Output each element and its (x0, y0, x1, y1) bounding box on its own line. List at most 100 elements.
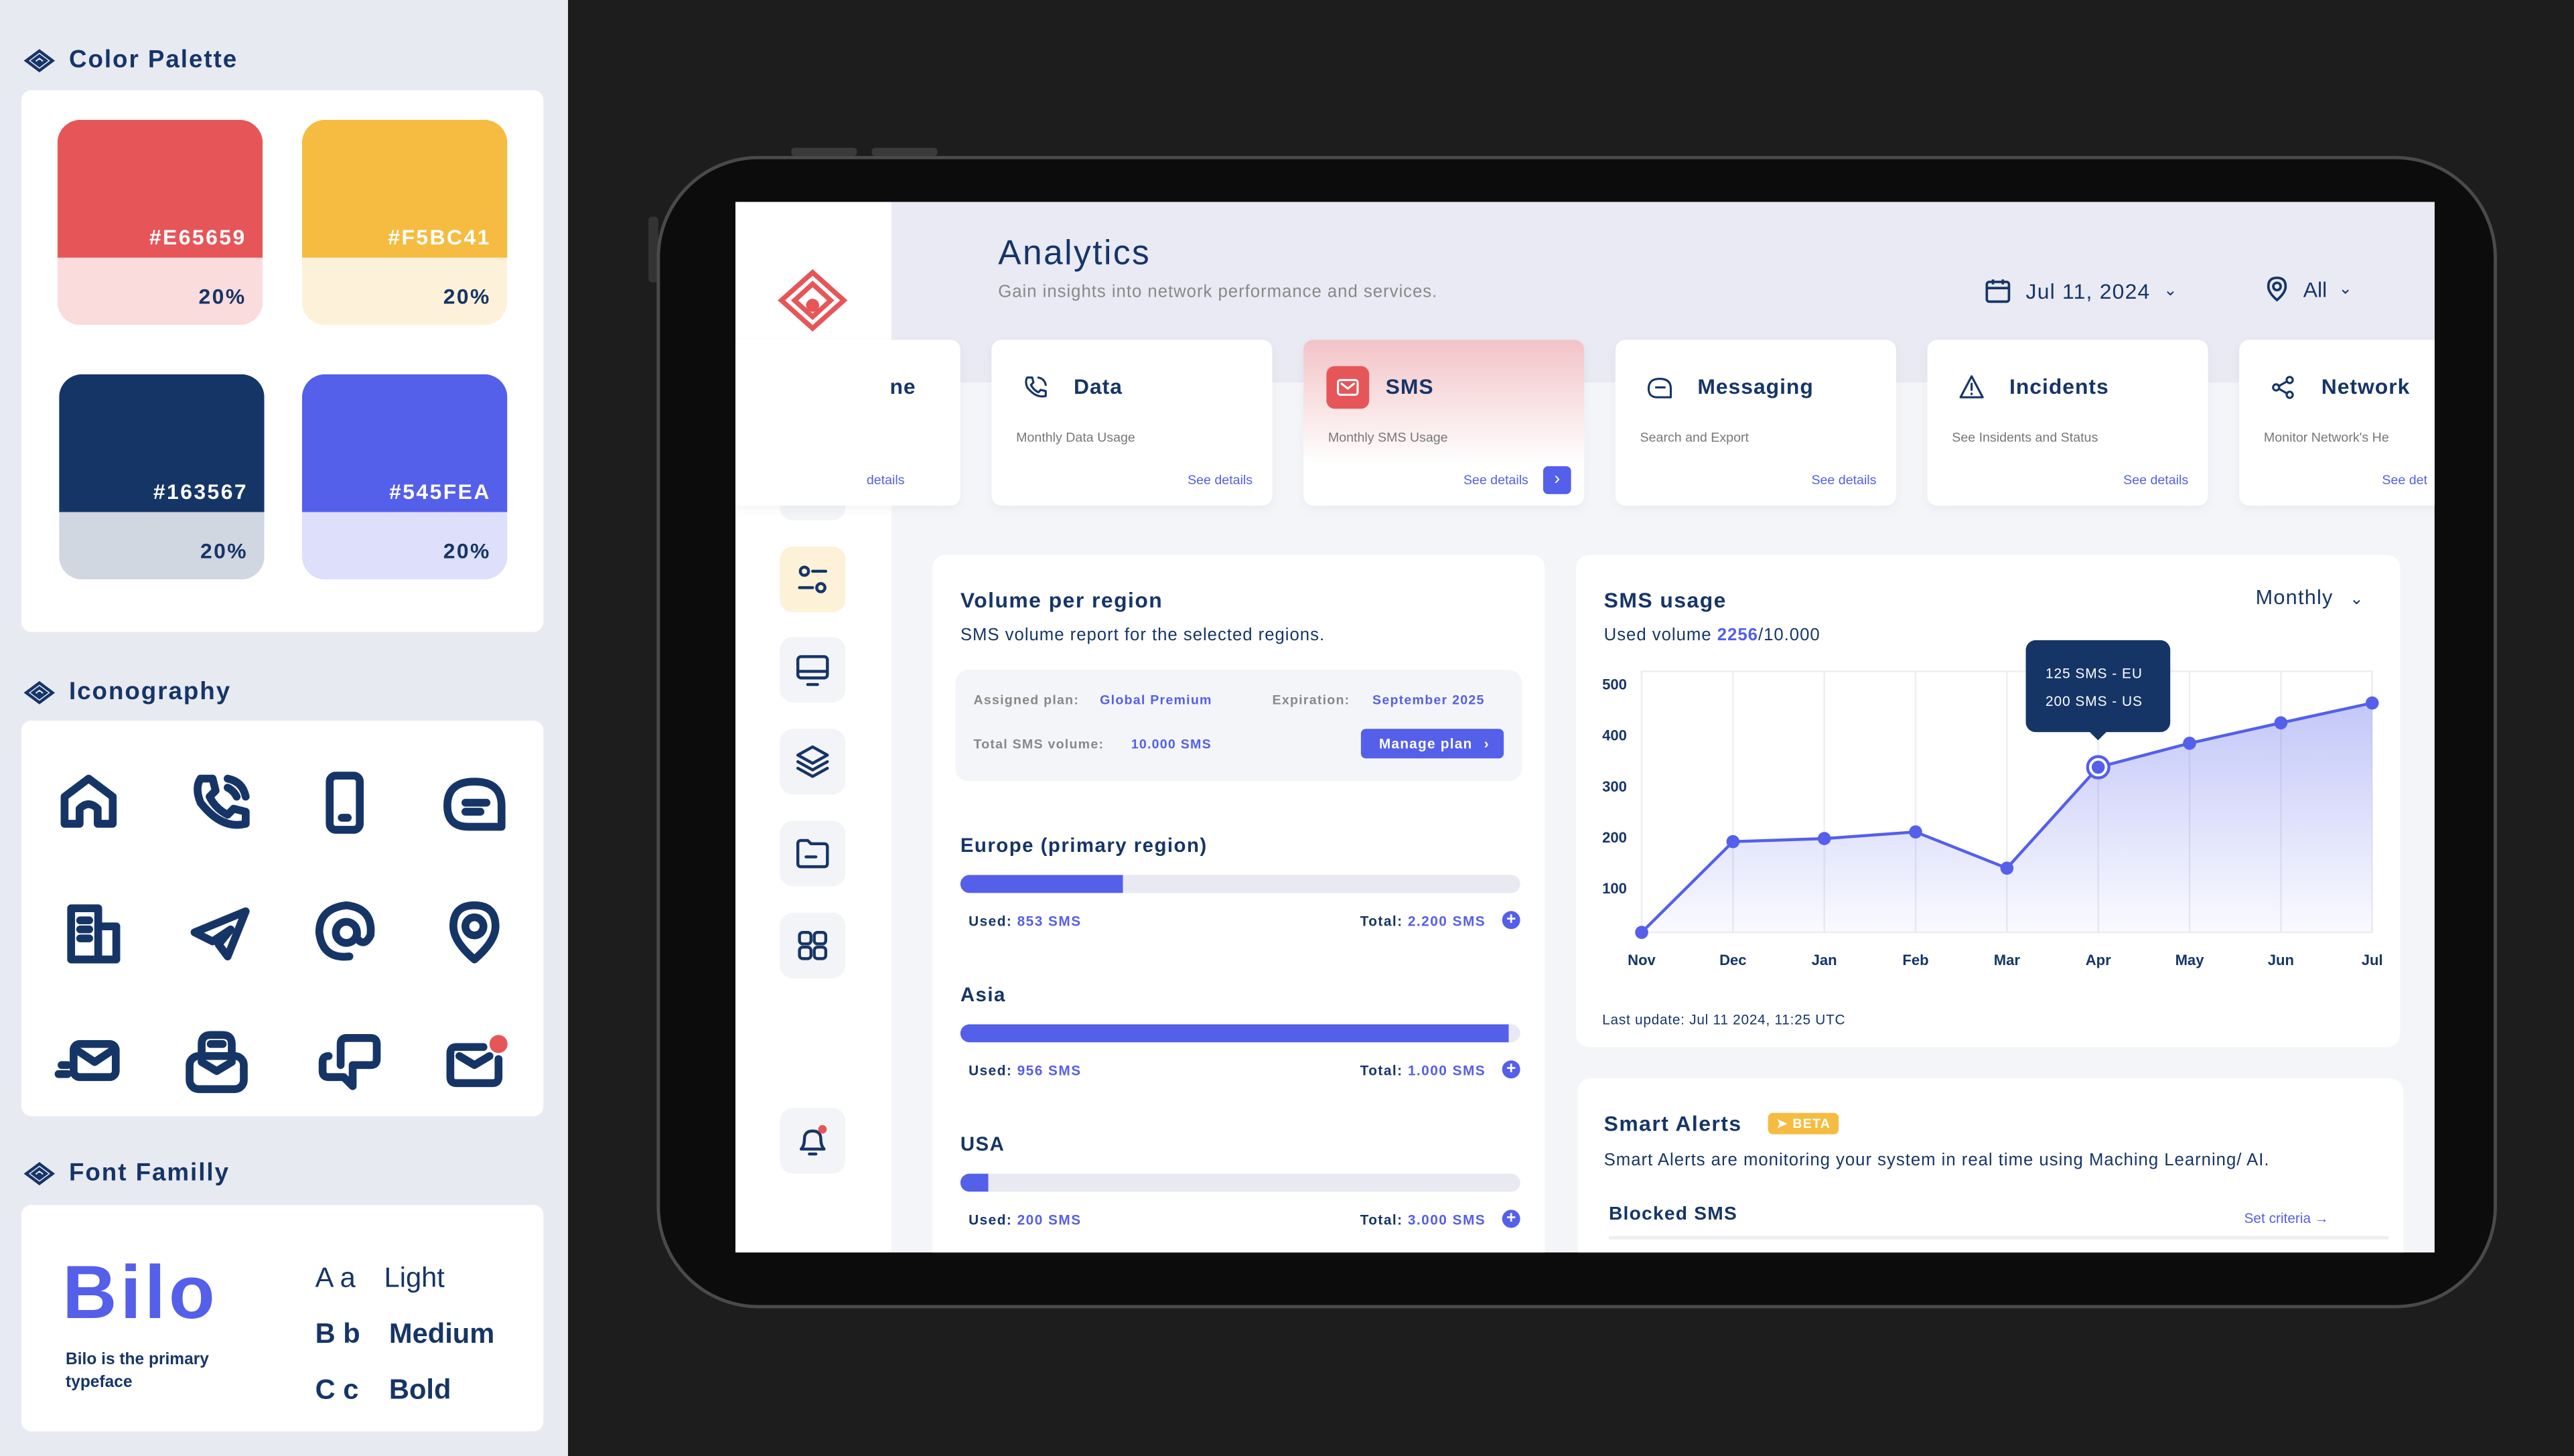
region-progress (960, 1024, 1520, 1043)
fast-mail-icon (52, 1026, 125, 1098)
location-pin-icon (438, 896, 510, 968)
service-card-phone[interactable]: ne details (735, 340, 960, 506)
sms-usage-card: SMS usage Monthly ⌄ Used volume 2256/10.0… (1575, 555, 2401, 1047)
nav-settings[interactable] (780, 547, 846, 613)
iconography-card (21, 720, 544, 1116)
palette-card: #E65659 20% #F5BC41 20% #163567 20% #545FEA… (21, 90, 544, 632)
send-icon: ➤ (1776, 1116, 1788, 1131)
mail-notification-icon (438, 1026, 510, 1098)
nav-notifications[interactable] (780, 1108, 846, 1174)
calendar-icon (1985, 279, 2011, 303)
see-details-link: See details (1811, 472, 1877, 488)
swatch-navy: #163567 20% (59, 374, 265, 580)
y-tick-label: 400 (1602, 727, 1627, 744)
service-card-network[interactable]: Network Monitor Network's He See det (2239, 340, 2435, 506)
font-weights: A a Light B b Medium C c Bold (315, 1262, 495, 1406)
data-point (1909, 825, 1922, 839)
phone-call-icon (186, 767, 258, 839)
data-point (2274, 716, 2288, 730)
date-picker[interactable]: Jul 11, 2024 ⌄ (1983, 276, 2178, 305)
see-details-link: See details (2123, 472, 2189, 488)
manage-plan-button[interactable]: Manage plan › (1360, 729, 1504, 759)
data-point (2365, 696, 2379, 710)
mobile-icon (309, 767, 381, 839)
logo-icon (23, 680, 56, 704)
mail-icon (1326, 366, 1370, 409)
x-tick-label: Nov (1628, 952, 1656, 968)
volume-card: Volume per region SMS volume report for … (932, 555, 1545, 1253)
alerts-title: Smart Alerts (1603, 1111, 1742, 1137)
service-card-sms[interactable]: SMS Monthly SMS Usage See details › (1303, 340, 1585, 506)
nav-monitor[interactable] (780, 636, 846, 703)
add-volume-button[interactable]: + (1502, 1060, 1520, 1079)
nav-layers[interactable] (780, 729, 846, 795)
add-volume-button[interactable]: + (1502, 911, 1520, 930)
phone-icon (1015, 366, 1058, 409)
folder-icon (796, 839, 829, 869)
page-subtitle: Gain insights into network performance a… (998, 282, 1438, 302)
region-used: Used: 853 SMS (969, 912, 1082, 930)
x-tick-label: Apr (2086, 952, 2111, 968)
region-total: Total: 3.000 SMS (1360, 1211, 1486, 1228)
alerts-desc: Smart Alerts are monitoring your system … (1603, 1151, 2270, 1171)
app-screen: Analytics Gain insights into network per… (735, 202, 2435, 1253)
page-title: Analytics (998, 234, 1151, 273)
iconography-title: Iconography (68, 678, 232, 706)
region-progress (960, 875, 1520, 893)
chevron-right-icon: › (1484, 735, 1490, 752)
see-details-link: See det (2382, 472, 2427, 488)
x-tick-label: May (2175, 952, 2205, 968)
nav-apps[interactable] (780, 912, 846, 978)
chart-tooltip: 125 SMS - EU 200 SMS - US (2025, 640, 2171, 733)
region-name: Asia (960, 983, 1006, 1007)
service-card-incidents[interactable]: Incidents See Insidents and Status See det… (1927, 340, 2208, 506)
region-used: Used: 200 SMS (969, 1211, 1082, 1228)
warning-icon (1950, 366, 1993, 409)
logo-icon (23, 48, 56, 72)
design-system-panel: Color Palette #E65659 20% #F5BC41 20% #163… (0, 0, 569, 1456)
service-card-messaging[interactable]: Messaging Search and Export See details (1615, 340, 1896, 506)
grid-icon (798, 930, 828, 960)
service-card-data[interactable]: Data Monthly Data Usage See details (991, 340, 1273, 506)
x-tick-label: Jul (2362, 952, 2383, 968)
region-name: Europe (primary region) (960, 834, 1208, 857)
sliders-icon (798, 565, 828, 593)
data-point (1726, 834, 1740, 849)
x-tick-label: Jun (2268, 952, 2294, 968)
data-point (2183, 736, 2196, 750)
add-volume-button[interactable]: + (1502, 1210, 1520, 1228)
swatch-yellow: #F5BC41 20% (301, 119, 508, 325)
location-pin-icon (2267, 276, 2287, 302)
font-caption: Bilo is the primary typeface (66, 1351, 209, 1392)
smart-alerts-card: Smart Alerts ➤ BETA Smart Alerts are mon… (1577, 1078, 2404, 1253)
layers-icon (796, 745, 829, 778)
bell-icon (799, 1124, 827, 1156)
chevron-down-icon: ⌄ (2163, 281, 2178, 300)
logo-icon (23, 1161, 56, 1185)
x-tick-label: Mar (1994, 952, 2021, 968)
monitor-icon (796, 655, 829, 686)
chevron-right-icon[interactable]: › (1543, 466, 1571, 494)
swatch-red: #E65659 20% (57, 119, 263, 325)
beta-badge: ➤ BETA (1768, 1112, 1839, 1135)
region-filter[interactable]: All ⌄ (2262, 273, 2352, 305)
region-used: Used: 956 SMS (969, 1062, 1082, 1079)
arrow-right-icon: → (2314, 1210, 2329, 1226)
volume-subtitle: SMS volume report for the selected regio… (960, 625, 1326, 646)
home-icon (52, 767, 125, 839)
at-icon (310, 896, 382, 968)
nav-folder[interactable] (780, 820, 846, 887)
y-tick-label: 100 (1602, 880, 1627, 897)
last-update: Last update: Jul 11 2024, 11:25 UTC (1602, 1011, 1846, 1028)
document-icon (59, 896, 131, 968)
data-point (1635, 926, 1648, 939)
x-tick-label: Feb (1902, 952, 1928, 968)
swatch-blue: #545FEA 20% (301, 374, 508, 580)
chat-bubbles-icon (313, 1026, 386, 1098)
font-title: Font Familly (68, 1159, 230, 1187)
x-tick-label: Dec (1719, 952, 1746, 968)
font-name: Bilo (62, 1249, 218, 1335)
set-criteria-link[interactable]: Set criteria → (2244, 1210, 2329, 1226)
region-total: Total: 2.200 SMS (1360, 912, 1486, 930)
region-total: Total: 1.000 SMS (1360, 1062, 1486, 1079)
